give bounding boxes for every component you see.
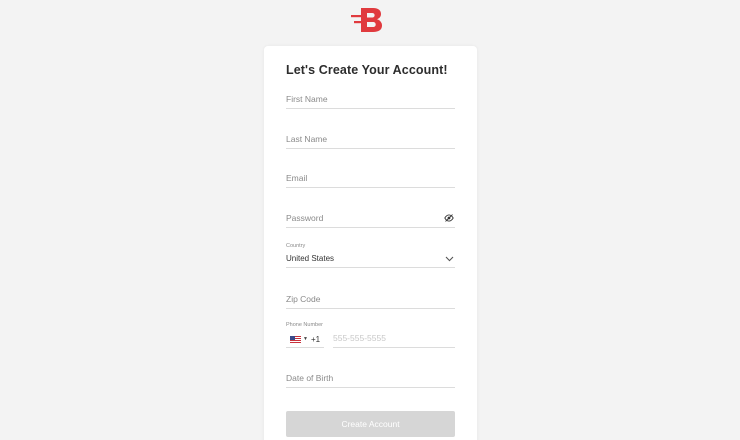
eye-slash-icon[interactable] [444, 214, 454, 222]
page-title: Let's Create Your Account! [286, 63, 448, 77]
us-flag-icon [290, 336, 301, 343]
create-account-button[interactable]: Create Account [286, 411, 455, 437]
first-name-input[interactable] [286, 94, 455, 104]
caret-down-icon: ▼ [303, 336, 308, 342]
brand-b-logo-icon [351, 8, 382, 32]
signup-card: Let's Create Your Account! Country Unite… [264, 46, 477, 440]
date-of-birth-input[interactable] [286, 373, 455, 383]
password-input[interactable] [286, 213, 436, 223]
zip-code-field[interactable] [286, 285, 455, 309]
country-label: Country [286, 243, 306, 249]
first-name-field[interactable] [286, 85, 455, 109]
country-selected-value: United States [286, 254, 335, 263]
email-field[interactable] [286, 164, 455, 188]
password-field[interactable] [286, 204, 455, 228]
country-code-select[interactable]: ▼ +1 [286, 330, 324, 348]
last-name-field[interactable] [286, 125, 455, 149]
signup-page: Let's Create Your Account! Country Unite… [0, 0, 740, 440]
phone-number-label: Phone Number [286, 322, 323, 328]
email-input[interactable] [286, 173, 455, 183]
zip-code-input[interactable] [286, 294, 455, 304]
date-of-birth-field[interactable] [286, 364, 455, 388]
chevron-down-icon [445, 256, 454, 262]
last-name-input[interactable] [286, 134, 455, 144]
phone-number-input[interactable] [333, 333, 455, 343]
phone-number-field[interactable] [333, 330, 455, 348]
country-select[interactable]: United States [286, 250, 455, 268]
dial-code: +1 [311, 335, 321, 344]
